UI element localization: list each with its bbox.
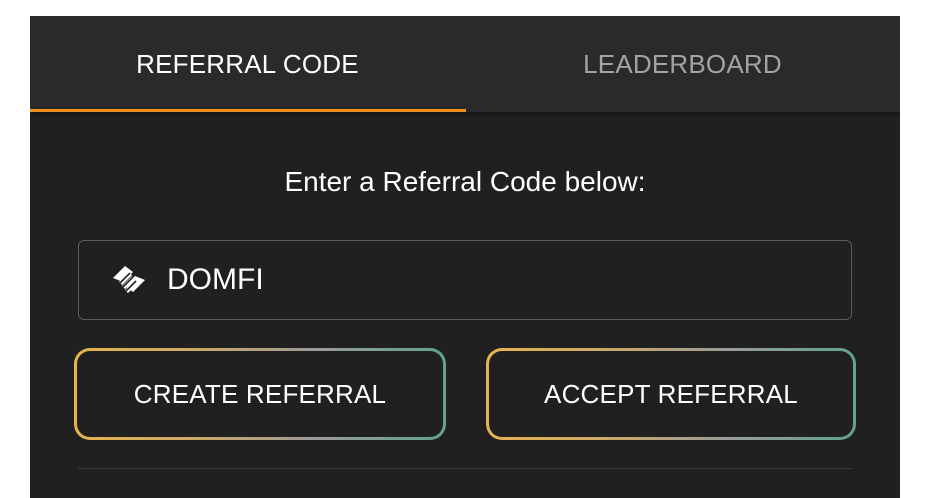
- tab-bar: REFERRAL CODE LEADERBOARD: [30, 16, 900, 112]
- accept-referral-button[interactable]: ACCEPT REFERRAL: [486, 348, 856, 440]
- create-referral-button[interactable]: CREATE REFERRAL: [74, 348, 446, 440]
- tab-referral-code[interactable]: REFERRAL CODE: [30, 16, 465, 112]
- handshake-icon: [107, 258, 151, 302]
- tab-leaderboard[interactable]: LEADERBOARD: [465, 16, 900, 112]
- referral-prompt: Enter a Referral Code below:: [284, 166, 646, 197]
- referral-code-input[interactable]: [167, 250, 851, 310]
- divider: [78, 468, 852, 469]
- active-tab-indicator: [30, 109, 466, 112]
- referral-code-field[interactable]: [78, 240, 852, 320]
- referral-panel: REFERRAL CODE LEADERBOARD Enter a Referr…: [30, 16, 900, 498]
